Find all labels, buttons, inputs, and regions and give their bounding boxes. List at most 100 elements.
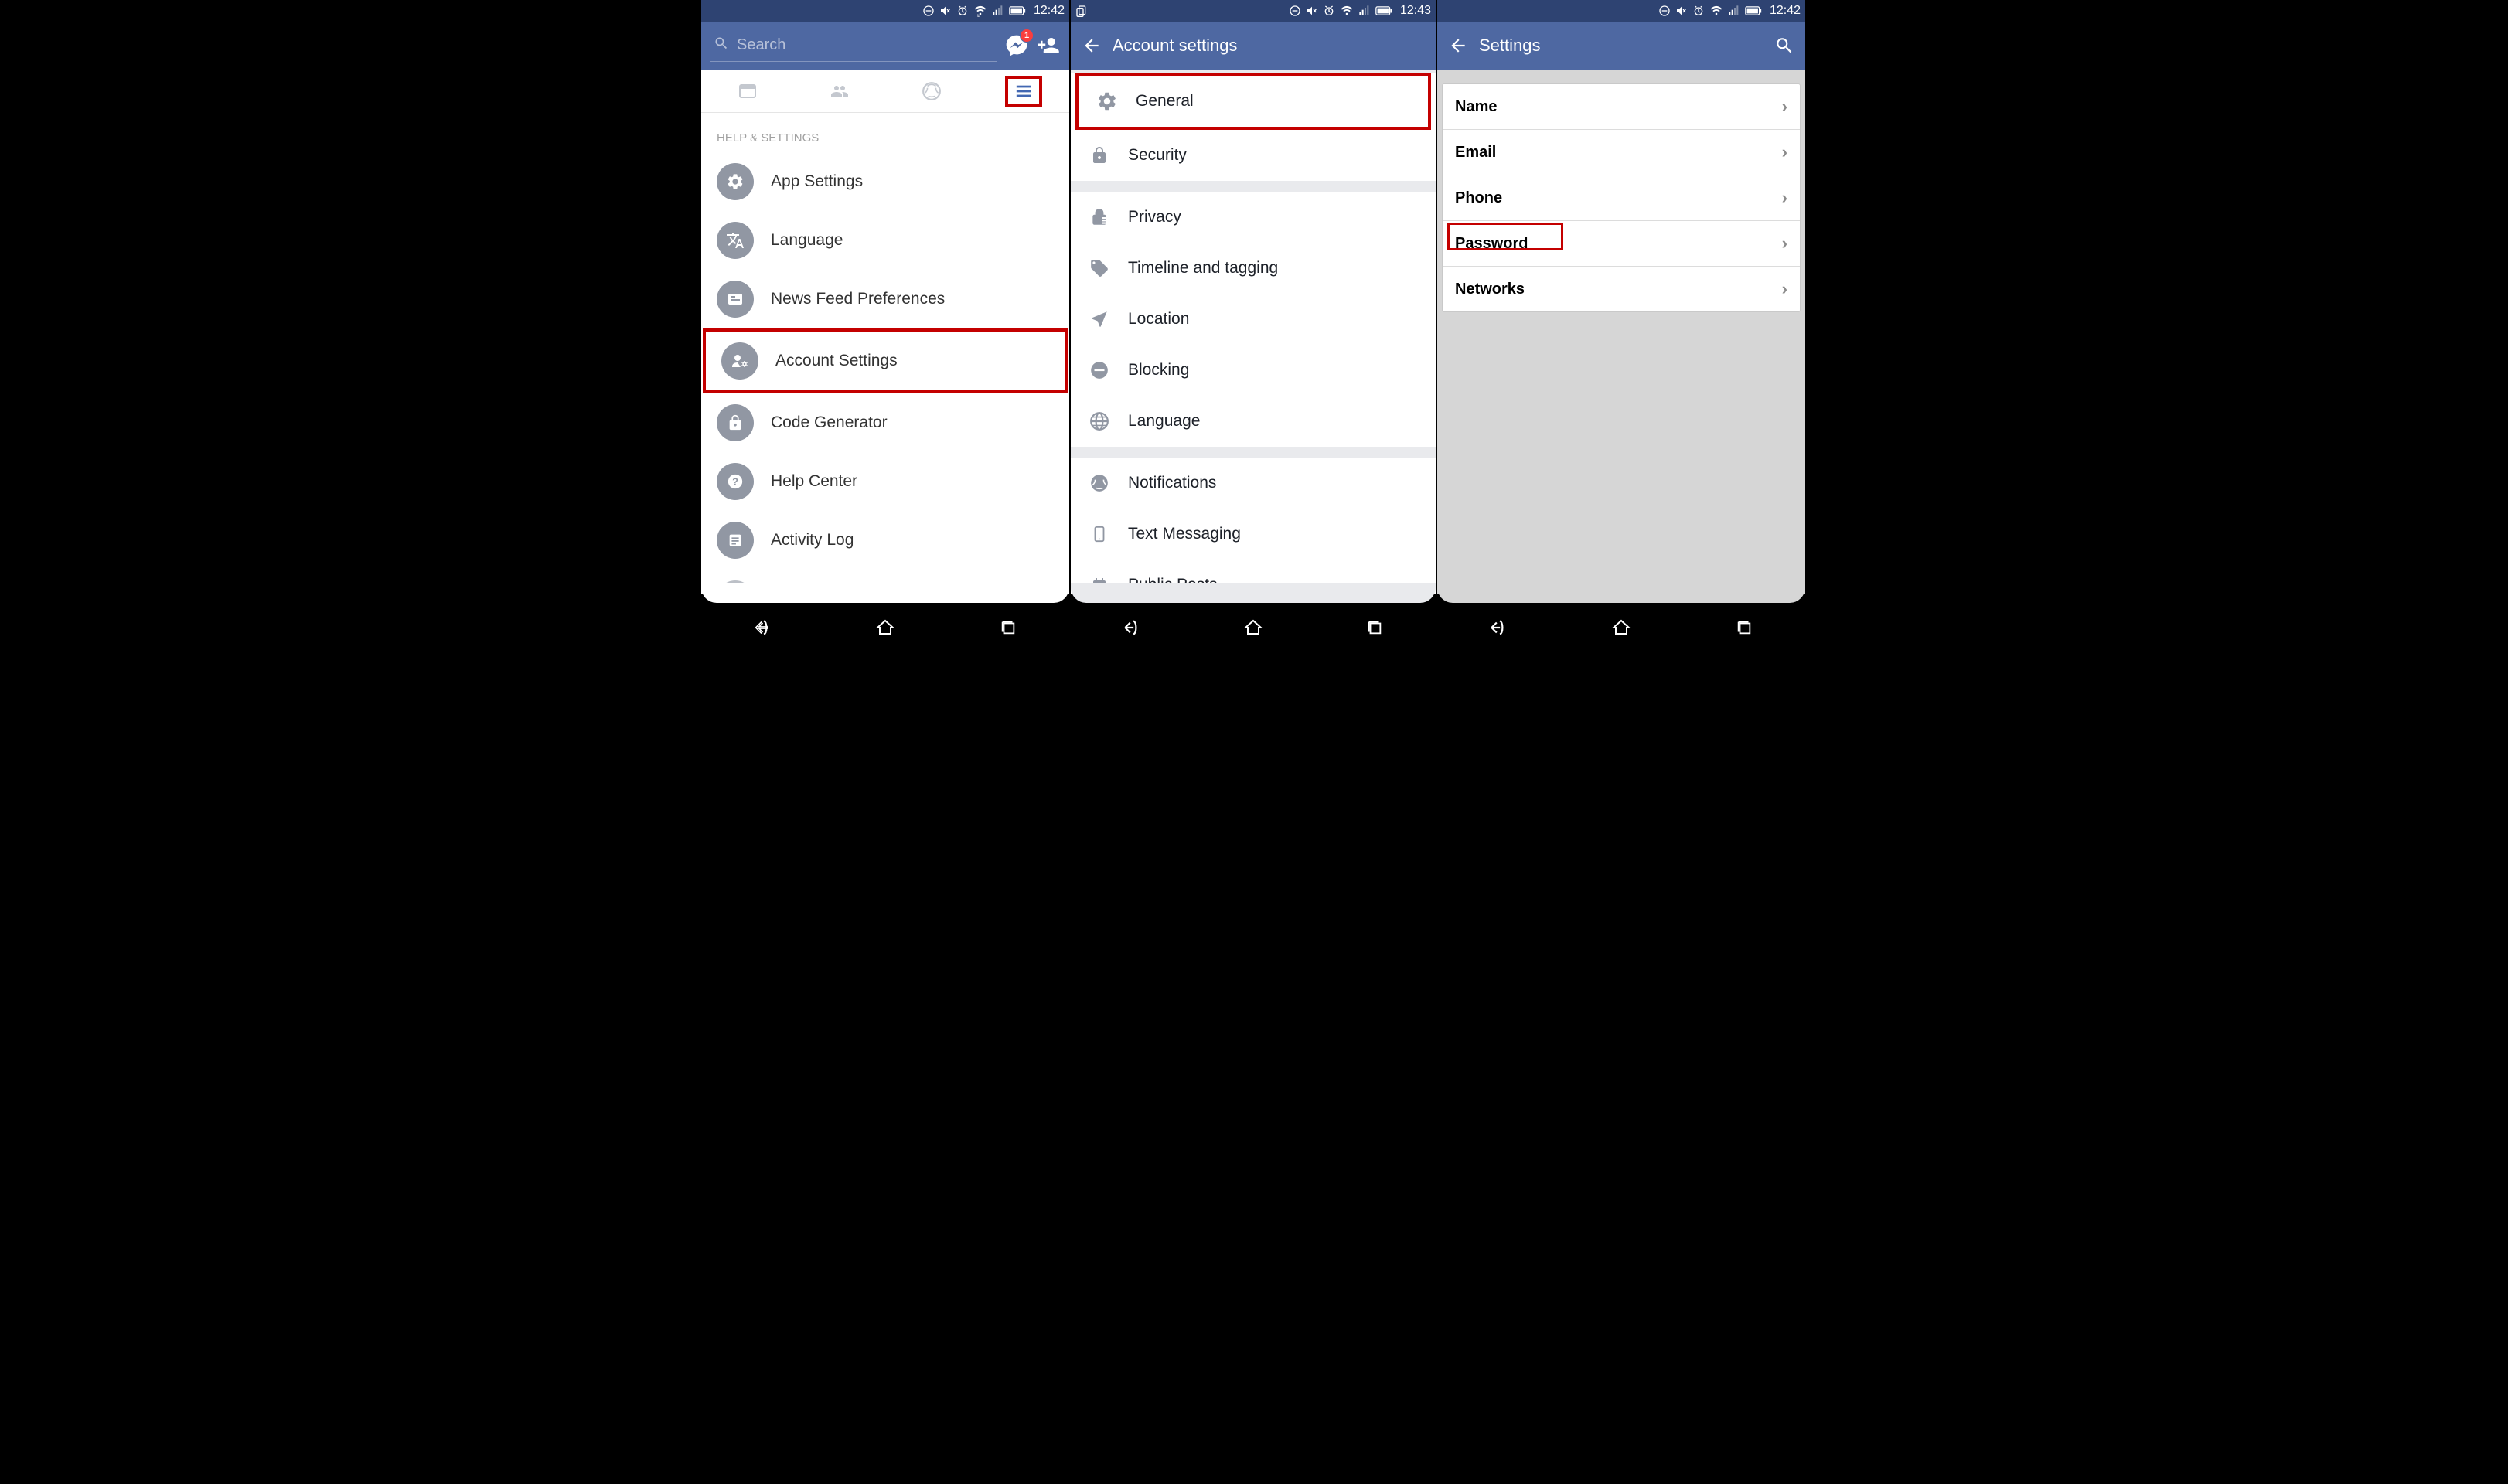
search-box[interactable] <box>710 29 997 62</box>
phone-icon <box>1088 522 1111 546</box>
lock-icon <box>717 404 754 441</box>
tag-icon <box>1088 257 1111 280</box>
row-label: Name <box>1455 98 1497 116</box>
chevron-right-icon: › <box>1782 188 1787 208</box>
chevron-right-icon: › <box>1782 279 1787 299</box>
block-icon <box>1088 359 1111 382</box>
menu-news-feed-prefs[interactable]: News Feed Preferences <box>701 270 1069 328</box>
help-icon: ? <box>717 463 754 500</box>
alarm-icon <box>956 5 969 17</box>
gear-icon <box>1096 90 1119 113</box>
setting-location[interactable]: Location <box>1071 294 1436 345</box>
wifi-icon <box>1340 5 1354 17</box>
tab-notifications[interactable] <box>913 76 950 107</box>
back-button[interactable] <box>1448 36 1468 56</box>
screen-general-settings: 12:42 Settings Name › Email › Phone › Pa… <box>1437 0 1805 649</box>
screen-curve <box>1437 594 1805 606</box>
setting-notifications[interactable]: Notifications <box>1071 458 1436 509</box>
globe-icon <box>1088 410 1111 433</box>
setting-label: Security <box>1128 146 1187 165</box>
row-phone[interactable]: Phone › <box>1443 175 1800 221</box>
signal-icon <box>992 5 1004 17</box>
status-bar: ⇅ 12:42 <box>701 0 1069 22</box>
tab-news-feed[interactable] <box>729 76 766 107</box>
facebook-header: 1 <box>701 22 1069 70</box>
translate-icon <box>717 222 754 259</box>
search-icon <box>714 36 729 55</box>
friend-requests-button[interactable] <box>1037 34 1060 57</box>
back-button[interactable] <box>1082 36 1102 56</box>
menu-label: Activity Log <box>771 531 854 550</box>
row-label: Password <box>1455 235 1528 253</box>
settings-list: General Security Privacy Timeline and ta… <box>1071 70 1436 594</box>
chevron-right-icon: › <box>1782 97 1787 117</box>
list-icon <box>717 522 754 559</box>
row-email[interactable]: Email › <box>1443 130 1800 175</box>
nav-home[interactable] <box>870 612 901 643</box>
nav-recent[interactable] <box>993 612 1024 643</box>
svg-text:⇅: ⇅ <box>976 14 980 17</box>
tab-menu[interactable] <box>1005 76 1042 107</box>
location-icon <box>1088 308 1111 331</box>
row-label: Phone <box>1455 189 1502 207</box>
chevron-right-icon: › <box>1782 142 1787 162</box>
menu-account-settings[interactable]: Account Settings <box>703 328 1068 393</box>
nav-home[interactable] <box>1238 612 1269 643</box>
alarm-icon <box>1323 5 1335 17</box>
status-time: 12:42 <box>1770 4 1801 18</box>
row-label: Email <box>1455 144 1496 162</box>
nav-home[interactable] <box>1606 612 1637 643</box>
tab-bar <box>701 70 1069 113</box>
setting-privacy[interactable]: Privacy <box>1071 192 1436 243</box>
search-button[interactable] <box>1774 36 1794 56</box>
feed-icon <box>717 281 754 318</box>
menu-language[interactable]: Language <box>701 211 1069 270</box>
setting-general[interactable]: General <box>1075 73 1431 130</box>
setting-label: Language <box>1128 412 1200 431</box>
globe-icon <box>1088 471 1111 495</box>
svg-text:?: ? <box>732 476 738 488</box>
mute-icon <box>939 5 952 17</box>
nav-back[interactable] <box>1483 612 1514 643</box>
privacy-icon <box>1088 206 1111 229</box>
screen-account-settings: 12:43 Account settings General Security … <box>1069 0 1437 649</box>
battery-icon <box>1009 5 1026 16</box>
menu-app-settings[interactable]: App Settings <box>701 152 1069 211</box>
setting-blocking[interactable]: Blocking <box>1071 345 1436 396</box>
nav-back[interactable] <box>747 612 778 643</box>
menu-label: News Feed Preferences <box>771 290 945 308</box>
messenger-button[interactable]: 1 <box>1004 33 1029 58</box>
menu-label: Code Generator <box>771 414 888 432</box>
dnd-icon <box>1658 5 1671 17</box>
setting-text-messaging[interactable]: Text Messaging <box>1071 509 1436 560</box>
setting-language[interactable]: Language <box>1071 396 1436 447</box>
status-bar: 12:42 <box>1437 0 1805 22</box>
nav-recent[interactable] <box>1359 612 1390 643</box>
search-input[interactable] <box>737 36 993 54</box>
row-name[interactable]: Name › <box>1443 84 1800 130</box>
screen-help-settings: ⇅ 12:42 1 HELP & SETTINGS App Settings <box>701 0 1069 649</box>
dnd-icon <box>1289 5 1301 17</box>
lock-icon <box>1088 144 1111 167</box>
menu-code-generator[interactable]: Code Generator <box>701 393 1069 452</box>
setting-security[interactable]: Security <box>1071 130 1436 181</box>
tab-friends[interactable] <box>821 76 858 107</box>
row-networks[interactable]: Networks › <box>1443 267 1800 311</box>
nav-back[interactable] <box>1116 612 1147 643</box>
screen-curve <box>701 594 1069 606</box>
setting-label: Notifications <box>1128 474 1216 492</box>
menu-help-center[interactable]: ? Help Center <box>701 452 1069 511</box>
android-navbar <box>1071 606 1436 649</box>
menu-activity-log[interactable]: Activity Log <box>701 511 1069 570</box>
messenger-badge: 1 <box>1020 29 1034 43</box>
gear-icon <box>717 163 754 200</box>
setting-label: General <box>1136 92 1194 111</box>
row-label: Networks <box>1455 281 1525 298</box>
general-settings-body: Name › Email › Phone › Password › Networ… <box>1437 70 1805 594</box>
nav-recent[interactable] <box>1729 612 1760 643</box>
section-header: HELP & SETTINGS <box>701 113 1069 152</box>
battery-icon <box>1745 5 1762 16</box>
row-password[interactable]: Password › <box>1443 221 1800 267</box>
setting-label: Privacy <box>1128 208 1181 226</box>
setting-timeline[interactable]: Timeline and tagging <box>1071 243 1436 294</box>
